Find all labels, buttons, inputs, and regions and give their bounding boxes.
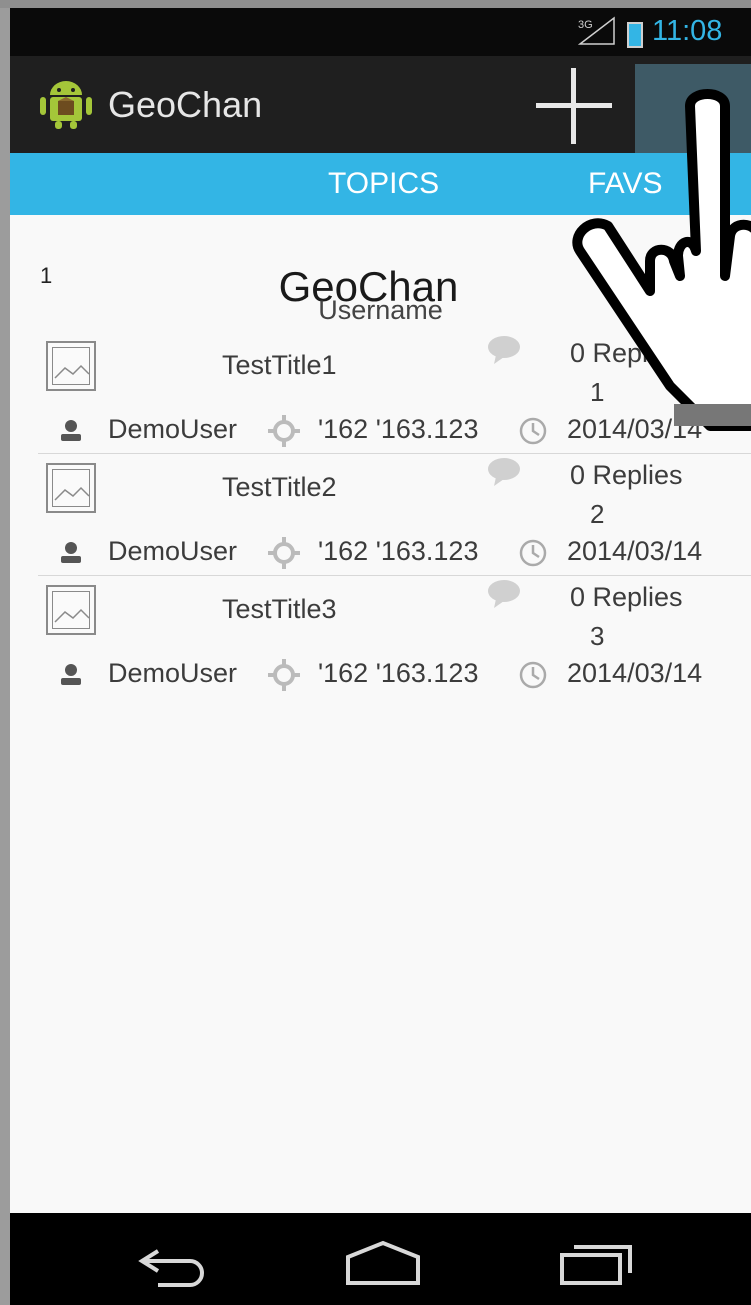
speech-bubble-icon	[488, 580, 520, 608]
hand-pointer-icon	[572, 89, 751, 431]
topic-index: 2	[590, 499, 605, 529]
app-title: GeoChan	[108, 84, 263, 125]
topic-title: TestTitle1	[222, 350, 337, 380]
android-icon	[40, 81, 92, 129]
topic-row-3[interactable]: TestTitle3 0 Replies 3 DemoUser '162 '16…	[38, 577, 751, 699]
speech-bubble-icon	[488, 458, 520, 486]
divider	[38, 575, 751, 576]
reply-count: 0 Replies	[570, 582, 683, 612]
clock-icon	[519, 417, 547, 445]
battery-icon	[627, 22, 643, 48]
topic-coordinates: '162 '163.123	[318, 658, 479, 688]
clock-icon	[519, 661, 547, 689]
signal-icon: 3G	[578, 16, 615, 45]
home-icon[interactable]	[338, 1233, 428, 1289]
device-frame-top	[0, 0, 751, 8]
image-icon	[46, 463, 96, 513]
status-bar: 3G 11:08	[10, 8, 751, 56]
divider	[38, 453, 751, 454]
topic-author: DemoUser	[108, 658, 238, 688]
clock-time: 11:08	[652, 15, 723, 47]
location-icon	[268, 415, 300, 447]
person-icon	[61, 542, 81, 563]
topic-date: 2014/03/14	[567, 658, 703, 688]
topic-index: 3	[590, 621, 605, 651]
topic-date: 2014/03/14	[567, 536, 703, 566]
person-icon	[61, 420, 81, 441]
topic-coordinates: '162 '163.123	[318, 414, 479, 444]
topic-author: DemoUser	[108, 414, 238, 444]
recent-apps-icon[interactable]	[550, 1233, 640, 1289]
topic-coordinates: '162 '163.123	[318, 536, 479, 566]
location-icon	[268, 659, 300, 691]
image-icon	[46, 585, 96, 635]
device-frame-left	[0, 0, 10, 1305]
topic-author: DemoUser	[108, 536, 238, 566]
speech-bubble-icon	[488, 336, 520, 364]
back-arrow-icon[interactable]	[128, 1233, 218, 1289]
image-icon	[46, 341, 96, 391]
phone-screen: 3G 11:08 GeoChan TOPICS FAVS 1 GeoChan U…	[10, 8, 751, 1305]
reply-count: 0 Replies	[570, 460, 683, 490]
topic-row-2[interactable]: TestTitle2 0 Replies 2 DemoUser '162 '16…	[38, 455, 751, 577]
svg-text:3G: 3G	[578, 19, 593, 31]
navigation-bar	[10, 1213, 751, 1305]
tab-topics[interactable]: TOPICS	[328, 167, 439, 201]
topic-title: TestTitle3	[222, 594, 337, 624]
location-icon	[268, 537, 300, 569]
topic-title: TestTitle2	[222, 472, 337, 502]
person-icon	[61, 664, 81, 685]
clock-icon	[519, 539, 547, 567]
